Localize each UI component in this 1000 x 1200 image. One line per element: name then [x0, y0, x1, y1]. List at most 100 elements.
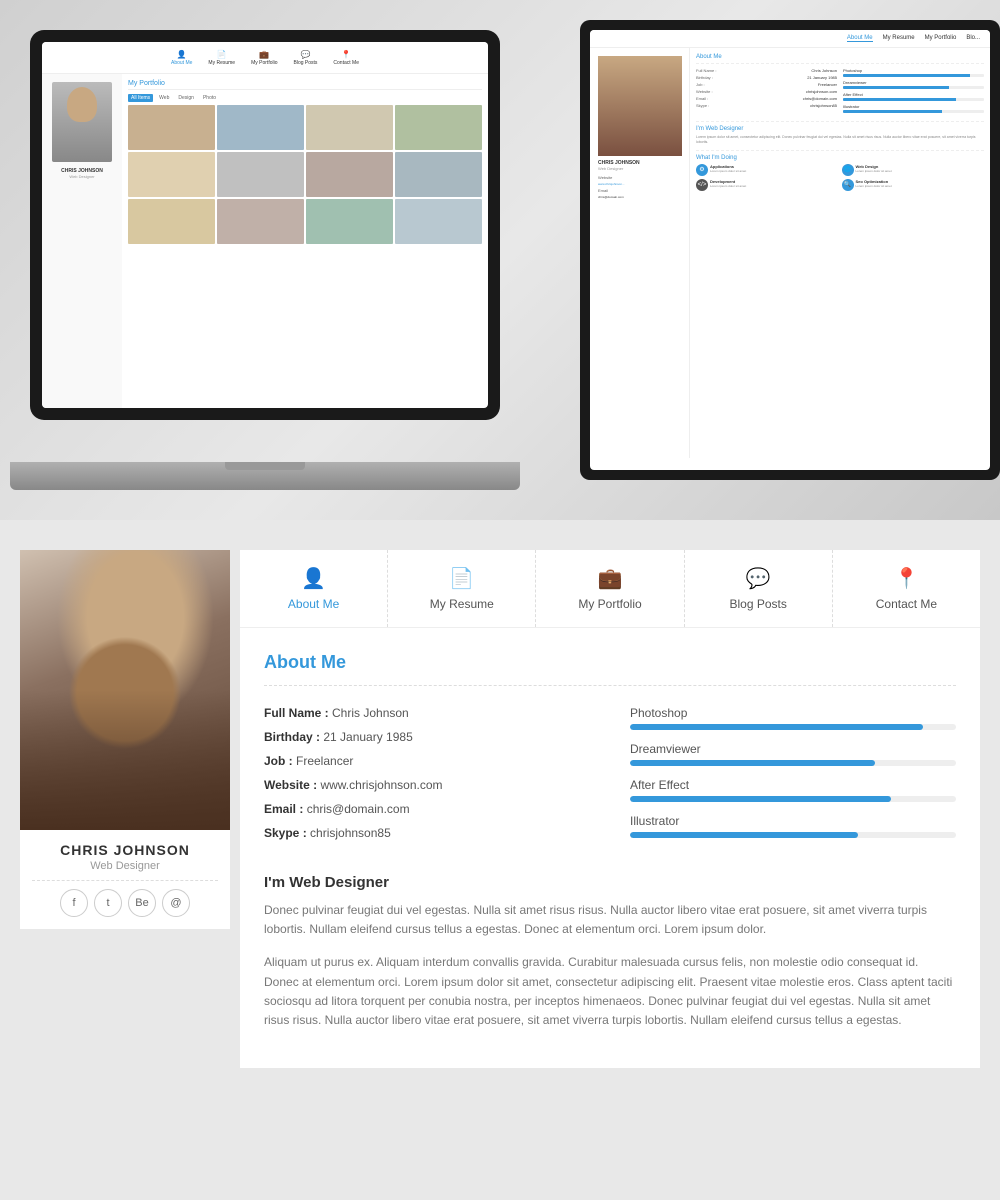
tab-resume-label: My Resume [430, 597, 494, 611]
tablet-mockup: About Me My Resume My Portfolio Blo... C… [570, 20, 1000, 500]
profile-name: CHRIS JOHNSON [32, 842, 218, 858]
mini-nav-about: 👤 About Me [171, 50, 192, 66]
mini-tablet-avatar [598, 56, 682, 156]
social-icons: f t Be @ [32, 889, 218, 917]
skype-label: Skype : [264, 826, 310, 840]
skill-illustrator-bar [630, 832, 956, 838]
about-divider [264, 685, 956, 686]
profile-role: Web Designer [32, 860, 218, 872]
tab-contact-label: Contact Me [876, 597, 937, 611]
email-label: Email : [264, 802, 307, 816]
skill-photoshop-label: Photoshop [630, 706, 956, 720]
mini-avatar [52, 82, 112, 162]
personal-info: Full Name : Chris Johnson Birthday : 21 … [264, 706, 590, 850]
info-birthday: Birthday : 21 January 1985 [264, 730, 590, 744]
birthday-value: 21 January 1985 [323, 730, 412, 744]
blog-icon: 💬 [746, 566, 771, 591]
skill-aftereffect-bar [630, 796, 956, 802]
behance-icon[interactable]: Be [128, 889, 156, 917]
mini-tablet-nav: About Me My Resume My Portfolio Blo... [590, 30, 990, 48]
main-content: 👤 About Me 📄 My Resume 💼 My Portfolio 💬 … [240, 550, 980, 1068]
profile-photo [20, 550, 230, 830]
mini-tab-portfolio: My Portfolio [925, 35, 957, 42]
mini-tab-resume: My Resume [883, 35, 915, 42]
about-me-content: About Me Full Name : Chris Johnson Birth… [240, 628, 980, 1068]
fullname-label: Full Name : [264, 706, 332, 720]
skill-aftereffect-label: After Effect [630, 778, 956, 792]
contact-icon: 📍 [894, 566, 919, 591]
bio-paragraph-1: Donec pulvinar feugiat dui vel egestas. … [264, 901, 956, 939]
mini-laptop-content: CHRIS JOHNSON Web Designer My Portfolio … [42, 74, 488, 408]
skill-aftereffect: After Effect [630, 778, 956, 802]
mini-tablet-main: About Me Full Name :Chris Johnson Birthd… [690, 48, 990, 458]
profile-sidebar: CHRIS JOHNSON Web Designer f t Be @ [20, 550, 230, 1068]
skill-dreamviewer: Dreamviewer [630, 742, 956, 766]
mini-tablet-job: Web Designer [598, 166, 681, 171]
mini-nav-contact: 📍 Contact Me [333, 50, 359, 66]
tab-about-label: About Me [288, 597, 339, 611]
tab-about-me[interactable]: 👤 About Me [240, 550, 388, 627]
job-label: Job : [264, 754, 296, 768]
mini-laptop-site: 👤 About Me 📄 My Resume 💼 My Portfolio [42, 42, 488, 408]
about-section-title: About Me [264, 652, 956, 673]
mini-portfolio-grid [128, 105, 482, 244]
skill-photoshop-bar [630, 724, 956, 730]
info-fullname: Full Name : Chris Johnson [264, 706, 590, 720]
laptop-screen-outer: 👤 About Me 📄 My Resume 💼 My Portfolio [30, 30, 500, 420]
portfolio-section: CHRIS JOHNSON Web Designer f t Be @ 👤 Ab… [0, 520, 1000, 1098]
skype-value: chrisjohnson85 [310, 826, 391, 840]
mini-tab-about: About Me [847, 35, 873, 42]
bio-title: I'm Web Designer [264, 874, 956, 891]
mini-laptop-sidebar: CHRIS JOHNSON Web Designer [42, 74, 122, 408]
skill-illustrator-fill [630, 832, 858, 838]
profile-info: CHRIS JOHNSON Web Designer f t Be @ [20, 830, 230, 929]
resume-icon: 📄 [449, 566, 474, 591]
dribbble-icon[interactable]: @ [162, 889, 190, 917]
skill-illustrator-label: Illustrator [630, 814, 956, 828]
skill-illustrator: Illustrator [630, 814, 956, 838]
website-value: www.chrisjohnson.com [320, 778, 442, 792]
tab-blog-posts[interactable]: 💬 Blog Posts [685, 550, 833, 627]
skills-section: Photoshop Dreamviewer After Effect [630, 706, 956, 850]
website-label: Website : [264, 778, 320, 792]
skill-dreamviewer-label: Dreamviewer [630, 742, 956, 756]
mini-laptop-main: My Portfolio All Items Web Design Photo [122, 74, 488, 408]
tab-portfolio-label: My Portfolio [578, 597, 641, 611]
skill-aftereffect-fill [630, 796, 891, 802]
info-website: Website : www.chrisjohnson.com [264, 778, 590, 792]
laptop-mockup: 👤 About Me 📄 My Resume 💼 My Portfolio [30, 30, 530, 490]
mini-section-title: My Portfolio [128, 80, 482, 90]
twitter-icon[interactable]: t [94, 889, 122, 917]
info-job: Job : Freelancer [264, 754, 590, 768]
tablet-screen-inner: About Me My Resume My Portfolio Blo... C… [590, 30, 990, 470]
bio-section: I'm Web Designer Donec pulvinar feugiat … [264, 874, 956, 1030]
mini-tab-blog: Blo... [966, 35, 980, 42]
job-value: Freelancer [296, 754, 353, 768]
profile-divider [32, 880, 218, 881]
skill-dreamviewer-bar [630, 760, 956, 766]
skill-photoshop-fill [630, 724, 923, 730]
fullname-value: Chris Johnson [332, 706, 409, 720]
mini-nav-resume: 📄 My Resume [208, 50, 235, 66]
about-icon: 👤 [301, 566, 326, 591]
mini-tablet-sidebar: CHRIS JOHNSON Web Designer Website www.c… [590, 48, 690, 458]
bio-paragraph-2: Aliquam ut purus ex. Aliquam interdum co… [264, 953, 956, 1030]
mini-nav-portfolio: 💼 My Portfolio [251, 50, 277, 66]
laptop-base [10, 462, 520, 490]
about-grid: Full Name : Chris Johnson Birthday : 21 … [264, 706, 956, 850]
navigation-tabs: 👤 About Me 📄 My Resume 💼 My Portfolio 💬 … [240, 550, 980, 628]
skill-dreamviewer-fill [630, 760, 875, 766]
tab-contact-me[interactable]: 📍 Contact Me [833, 550, 980, 627]
mini-title: Web Designer [69, 174, 94, 179]
info-email: Email : chris@domain.com [264, 802, 590, 816]
mini-laptop-nav: 👤 About Me 📄 My Resume 💼 My Portfolio [42, 42, 488, 74]
tab-blog-label: Blog Posts [730, 597, 787, 611]
facebook-icon[interactable]: f [60, 889, 88, 917]
laptop-screen-inner: 👤 About Me 📄 My Resume 💼 My Portfolio [42, 42, 488, 408]
tab-my-resume[interactable]: 📄 My Resume [388, 550, 536, 627]
device-mockups-section: 👤 About Me 📄 My Resume 💼 My Portfolio [0, 0, 1000, 520]
tab-my-portfolio[interactable]: 💼 My Portfolio [536, 550, 684, 627]
skill-photoshop: Photoshop [630, 706, 956, 730]
birthday-label: Birthday : [264, 730, 323, 744]
portfolio-icon: 💼 [598, 566, 623, 591]
